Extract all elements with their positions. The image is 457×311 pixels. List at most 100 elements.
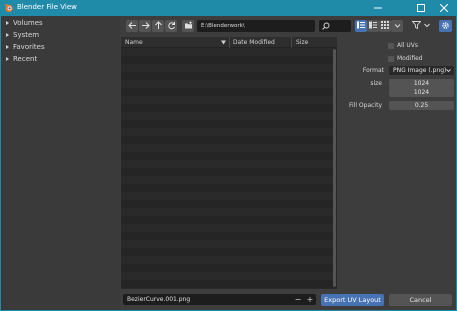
all-uvs-label: All UVs bbox=[397, 42, 418, 49]
empty-list-row bbox=[121, 280, 333, 288]
size-x-field[interactable]: 1024 bbox=[389, 79, 454, 88]
empty-list-row bbox=[121, 72, 333, 80]
increment-filename-button[interactable]: + bbox=[305, 294, 315, 305]
blender-logo-icon bbox=[4, 3, 14, 13]
empty-list-row bbox=[121, 200, 333, 208]
size-y-field[interactable]: 1024 bbox=[389, 88, 454, 97]
sidebar-item-label: System bbox=[13, 30, 40, 39]
thumbnail-view-button[interactable] bbox=[379, 20, 391, 32]
expand-arrow-icon bbox=[6, 44, 9, 49]
sidebar-item-favorites[interactable]: Favorites bbox=[6, 41, 45, 52]
empty-list-row bbox=[121, 112, 333, 120]
parent-dir-icon bbox=[154, 20, 163, 32]
size-label: size bbox=[370, 80, 382, 87]
decrement-filename-button[interactable]: − bbox=[293, 294, 303, 305]
checkbox-box[interactable] bbox=[388, 55, 394, 62]
window-title: Blender File View bbox=[17, 3, 77, 11]
expand-arrow-icon bbox=[6, 56, 9, 61]
empty-list-row bbox=[121, 192, 333, 200]
sidebar-item-recent[interactable]: Recent bbox=[6, 53, 37, 64]
empty-list-row bbox=[121, 160, 333, 168]
search-icon bbox=[322, 22, 330, 32]
chevron-down-icon bbox=[446, 66, 451, 78]
empty-list-row bbox=[121, 240, 333, 248]
sort-descending-icon[interactable] bbox=[221, 40, 226, 47]
empty-list-row bbox=[121, 48, 333, 56]
chevron-down-icon bbox=[394, 22, 401, 31]
thumbnail-view-icon bbox=[381, 21, 389, 31]
empty-list-row bbox=[121, 272, 333, 280]
empty-list-row bbox=[121, 232, 333, 240]
minimize-icon bbox=[374, 5, 382, 14]
maximize-button[interactable] bbox=[410, 0, 432, 16]
file-list-rows bbox=[121, 48, 333, 289]
empty-list-row bbox=[121, 144, 333, 152]
minimize-button[interactable] bbox=[367, 0, 389, 16]
search-input[interactable] bbox=[319, 20, 351, 32]
detail-view-button[interactable] bbox=[367, 20, 379, 32]
sidebar-item-volumes[interactable]: Volumes bbox=[6, 17, 43, 28]
column-header-date-modified[interactable]: Date Modified bbox=[233, 39, 275, 46]
fill-opacity-field[interactable]: 0.25 bbox=[389, 101, 454, 110]
format-value: PNG Image (.png) bbox=[393, 67, 447, 74]
sidebar-item-label: Favorites bbox=[13, 42, 45, 51]
empty-list-row bbox=[121, 152, 333, 160]
empty-list-row bbox=[121, 256, 333, 264]
back-button[interactable] bbox=[126, 20, 138, 32]
file-list[interactable]: Name Date Modified Size bbox=[121, 37, 337, 289]
modified-label: Modified bbox=[397, 55, 423, 62]
empty-list-row bbox=[121, 64, 333, 72]
display-size-dropdown[interactable] bbox=[391, 20, 403, 32]
directory-path-input[interactable]: E:\Blenderwork\ bbox=[197, 20, 315, 32]
empty-list-row bbox=[121, 224, 333, 232]
filename-input[interactable]: BezierCurve.001.png bbox=[123, 294, 316, 305]
column-separator[interactable] bbox=[291, 37, 292, 48]
parent-directory-button[interactable] bbox=[152, 20, 164, 32]
title-bar[interactable]: Blender File View bbox=[0, 0, 457, 16]
refresh-icon bbox=[167, 21, 176, 32]
modified-checkbox[interactable]: Modified bbox=[388, 54, 423, 63]
forward-icon bbox=[141, 21, 150, 32]
empty-list-row bbox=[121, 104, 333, 112]
empty-list-row bbox=[121, 248, 333, 256]
empty-list-row bbox=[121, 168, 333, 176]
format-label: Format bbox=[362, 67, 384, 74]
close-icon bbox=[439, 3, 449, 14]
empty-list-row bbox=[121, 128, 333, 136]
list-view-icon bbox=[357, 21, 365, 31]
empty-list-row bbox=[121, 96, 333, 104]
cancel-button[interactable]: Cancel bbox=[389, 294, 452, 306]
forward-button[interactable] bbox=[139, 20, 151, 32]
refresh-button[interactable] bbox=[165, 20, 177, 32]
checkbox-box[interactable] bbox=[388, 42, 394, 49]
file-list-scrollbar[interactable] bbox=[333, 49, 336, 287]
sidebar-item-system[interactable]: System bbox=[6, 29, 39, 40]
column-separator[interactable] bbox=[229, 37, 230, 48]
expand-arrow-icon bbox=[6, 20, 9, 25]
all-uvs-checkbox[interactable]: All UVs bbox=[388, 41, 418, 50]
empty-list-row bbox=[121, 176, 333, 184]
close-button[interactable] bbox=[433, 0, 455, 16]
detail-view-icon bbox=[369, 21, 377, 31]
sidebar-item-label: Volumes bbox=[13, 18, 43, 27]
list-view-button[interactable] bbox=[355, 20, 367, 32]
export-options-panel: All UVs Modified Format PNG Image (.png)… bbox=[338, 37, 456, 289]
empty-list-row bbox=[121, 120, 333, 128]
fill-opacity-label: Fill Opacity bbox=[349, 102, 382, 109]
settings-button[interactable] bbox=[439, 20, 452, 32]
empty-list-row bbox=[121, 136, 333, 144]
export-uv-layout-button[interactable]: Export UV Layout bbox=[321, 294, 384, 306]
filter-dropdown[interactable] bbox=[409, 20, 433, 32]
column-header-size[interactable]: Size bbox=[296, 39, 308, 46]
column-header-name[interactable]: Name bbox=[125, 39, 143, 46]
gear-icon bbox=[441, 21, 450, 32]
filter-icon bbox=[411, 21, 422, 31]
chevron-down-icon bbox=[424, 22, 430, 30]
new-folder-button[interactable] bbox=[182, 20, 194, 32]
empty-list-row bbox=[121, 80, 333, 88]
format-select[interactable]: PNG Image (.png) bbox=[389, 66, 454, 75]
empty-list-row bbox=[121, 184, 333, 192]
empty-list-row bbox=[121, 264, 333, 272]
empty-list-row bbox=[121, 88, 333, 96]
maximize-icon bbox=[417, 4, 425, 14]
